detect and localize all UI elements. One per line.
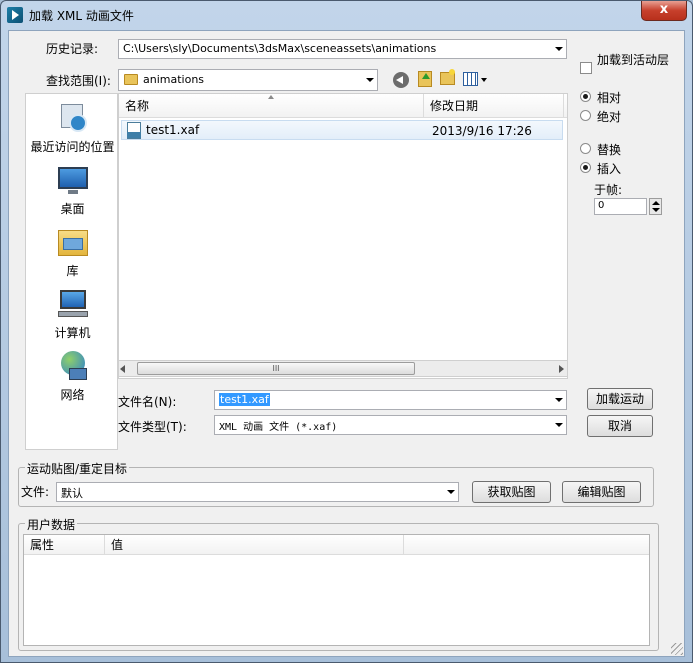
frame-spinner-input[interactable]: 0 bbox=[594, 198, 647, 215]
chevron-down-icon bbox=[555, 47, 563, 51]
column-header-property[interactable]: 属性 bbox=[24, 535, 105, 555]
spin-down-icon[interactable] bbox=[652, 208, 660, 212]
places-bar: 最近访问的位置 桌面 库 计算机 网络 bbox=[25, 93, 118, 450]
libraries-icon bbox=[57, 226, 89, 258]
insert-label: 插入 bbox=[597, 162, 622, 176]
absolute-label: 绝对 bbox=[597, 110, 622, 124]
new-folder-icon[interactable] bbox=[440, 69, 455, 85]
absolute-radio[interactable] bbox=[580, 110, 591, 121]
place-label: 桌面 bbox=[60, 202, 85, 216]
xaf-file-icon bbox=[127, 122, 141, 139]
history-combo[interactable]: C:\Users\sly\Documents\3dsMax\sceneasset… bbox=[118, 39, 567, 59]
place-libraries[interactable]: 库 bbox=[26, 226, 119, 279]
up-folder-icon[interactable] bbox=[418, 71, 432, 87]
relative-radio[interactable] bbox=[580, 91, 591, 102]
filename-combo[interactable]: test1.xaf bbox=[214, 390, 567, 410]
history-value: C:\Users\sly\Documents\3dsMax\sceneasset… bbox=[123, 42, 437, 55]
chevron-down-icon bbox=[447, 490, 455, 494]
computer-icon bbox=[57, 288, 89, 320]
file-name: test1.xaf bbox=[146, 123, 200, 137]
title-bar[interactable]: 加载 XML 动画文件 x bbox=[1, 1, 692, 29]
desktop-icon bbox=[57, 164, 89, 196]
dialog-client-area: 历史记录: C:\Users\sly\Documents\3dsMax\scen… bbox=[8, 30, 685, 657]
place-label: 网络 bbox=[60, 388, 85, 402]
scroll-left-icon[interactable] bbox=[120, 365, 125, 373]
userdata-table: 属性 值 bbox=[23, 534, 650, 646]
horizontal-scrollbar[interactable]: III bbox=[118, 360, 568, 377]
history-label: 历史记录: bbox=[46, 42, 99, 56]
column-header-date[interactable]: 修改日期 bbox=[424, 94, 564, 118]
relative-label: 相对 bbox=[597, 91, 622, 105]
add-to-layer-checkbox[interactable] bbox=[580, 62, 592, 74]
retarget-group-title: 运动贴图/重定目标 bbox=[25, 460, 130, 477]
file-list: 名称 修改日期 类 test1.xaf 2013/9/16 17:26 bbox=[118, 93, 568, 379]
replace-label: 替换 bbox=[597, 143, 622, 157]
chevron-down-icon bbox=[555, 398, 563, 402]
add-to-layer-label: 加载到活动层 bbox=[597, 53, 670, 67]
place-label: 库 bbox=[66, 264, 79, 278]
close-button[interactable]: x bbox=[641, 1, 687, 21]
load-motion-button[interactable]: 加载运动 bbox=[587, 388, 653, 410]
place-label: 计算机 bbox=[54, 326, 91, 340]
place-network[interactable]: 网络 bbox=[26, 350, 119, 403]
window-title: 加载 XML 动画文件 bbox=[29, 9, 134, 23]
recent-places-icon bbox=[57, 102, 89, 134]
chevron-down-icon bbox=[555, 423, 563, 427]
scroll-right-icon[interactable] bbox=[559, 365, 564, 373]
chevron-down-icon[interactable] bbox=[481, 78, 487, 82]
sort-up-icon bbox=[268, 95, 274, 99]
frame-value: 0 bbox=[598, 200, 605, 211]
lookin-value: animations bbox=[143, 73, 205, 86]
file-date: 2013/9/16 17:26 bbox=[432, 124, 532, 138]
place-desktop[interactable]: 桌面 bbox=[26, 164, 119, 217]
back-icon[interactable] bbox=[393, 72, 409, 88]
app-logo-icon bbox=[7, 7, 23, 23]
lookin-combo[interactable]: animations bbox=[118, 69, 378, 91]
scroll-thumb[interactable]: III bbox=[137, 362, 415, 375]
frame-spinner-buttons[interactable] bbox=[649, 198, 662, 215]
spin-up-icon[interactable] bbox=[652, 201, 660, 205]
place-label: 最近访问的位置 bbox=[30, 140, 115, 154]
lookin-label: 查找范围(I): bbox=[46, 74, 111, 88]
get-map-button[interactable]: 获取贴图 bbox=[472, 481, 551, 503]
column-header-value[interactable]: 值 bbox=[105, 535, 404, 555]
network-icon bbox=[57, 350, 89, 382]
retarget-file-combo[interactable]: 默认 bbox=[56, 482, 459, 502]
retarget-file-value: 默认 bbox=[61, 487, 83, 500]
folder-icon bbox=[124, 74, 138, 85]
retarget-file-label: 文件: bbox=[21, 485, 50, 499]
filename-value: test1.xaf bbox=[219, 393, 270, 406]
file-row[interactable]: test1.xaf 2013/9/16 17:26 bbox=[121, 120, 563, 140]
filetype-label: 文件类型(T): bbox=[118, 420, 187, 434]
edit-map-button[interactable]: 编辑贴图 bbox=[562, 481, 641, 503]
filename-label: 文件名(N): bbox=[118, 395, 177, 409]
column-header-empty bbox=[404, 535, 649, 555]
filetype-value: XML 动画 文件 (*.xaf) bbox=[219, 422, 338, 433]
cancel-button[interactable]: 取消 bbox=[587, 415, 653, 437]
place-recent[interactable]: 最近访问的位置 bbox=[26, 102, 119, 155]
replace-radio[interactable] bbox=[580, 143, 591, 154]
at-frame-label: 于帧: bbox=[594, 183, 623, 197]
filetype-combo[interactable]: XML 动画 文件 (*.xaf) bbox=[214, 415, 567, 435]
column-header-type[interactable]: 类 bbox=[564, 94, 567, 118]
userdata-group-title: 用户数据 bbox=[25, 516, 78, 533]
insert-radio[interactable] bbox=[580, 162, 591, 173]
resize-grip-icon[interactable] bbox=[671, 643, 683, 655]
view-menu-icon[interactable] bbox=[463, 72, 478, 86]
chevron-down-icon bbox=[366, 78, 374, 82]
place-computer[interactable]: 计算机 bbox=[26, 288, 119, 341]
dialog-window: 加载 XML 动画文件 x 历史记录: C:\Users\sly\Documen… bbox=[0, 0, 693, 663]
